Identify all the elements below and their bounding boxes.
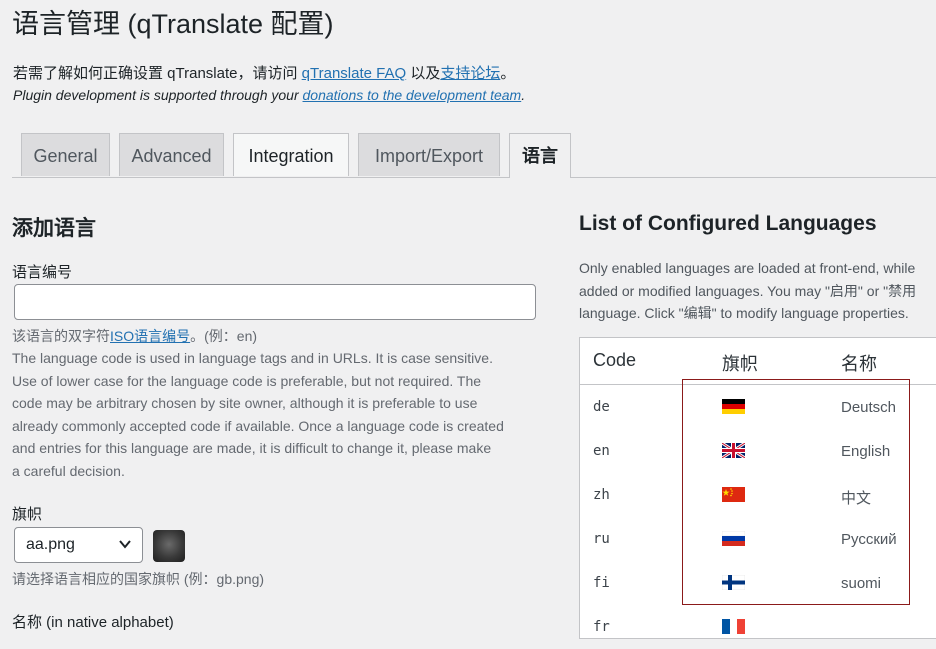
language-code-description: The language code is used in language ta… xyxy=(12,347,504,483)
language-name: Русский xyxy=(841,531,897,548)
languages-table: Code 旗帜 名称 de Deutsch en English zh 中文 r… xyxy=(579,337,936,639)
flag-select-value: aa.png xyxy=(26,536,75,553)
flag-label: 旗帜 xyxy=(12,506,43,523)
configured-desc-line: Only enabled languages are loaded at fro… xyxy=(579,260,916,276)
language-name: 中文 xyxy=(841,490,872,507)
language-code: de xyxy=(593,399,610,415)
table-row: ru Русский xyxy=(580,517,936,561)
language-code-input[interactable] xyxy=(14,284,536,320)
configured-desc-line: language. Click "编辑" to modify language … xyxy=(579,305,909,322)
name-label: 名称 (in native alphabet) xyxy=(12,614,174,631)
configured-languages-heading: List of Configured Languages xyxy=(579,212,877,235)
code-hint-suffix: 。(例：en) xyxy=(190,328,258,344)
language-name: suomi xyxy=(841,575,882,592)
table-row: fr xyxy=(580,605,936,649)
flag-hint: 请选择语言相应的国家旗帜 (例：gb.png) xyxy=(12,571,265,587)
tab-import-export[interactable]: Import/Export xyxy=(358,133,500,176)
faq-link[interactable]: qTranslate FAQ xyxy=(302,65,407,82)
donation-prefix: Plugin development is supported through … xyxy=(13,87,303,103)
configured-languages-description: Only enabled languages are loaded at fro… xyxy=(579,257,916,325)
language-name: Deutsch xyxy=(841,399,897,416)
germany-flag-icon xyxy=(722,399,745,414)
table-row: de Deutsch xyxy=(580,385,936,429)
intro-middle: 以及 xyxy=(406,65,441,82)
tab-integration[interactable]: Integration xyxy=(233,133,349,176)
table-row: fi suomi xyxy=(580,561,936,605)
flag-preview-image xyxy=(153,530,185,562)
configured-desc-line: added or modified languages. You may "启用… xyxy=(579,282,917,299)
uk-flag-icon xyxy=(721,441,746,460)
code-desc-line: a careful decision. xyxy=(12,462,125,479)
code-desc-line: code may be arbitrary chosen by site own… xyxy=(12,395,478,412)
intro-line: 若需了解如何正确设置 qTranslate，请访问 qTranslate FAQ… xyxy=(13,62,515,83)
table-header: Code 旗帜 名称 xyxy=(580,338,936,385)
page-title: 语言管理 (qTranslate 配置) xyxy=(12,9,334,39)
donation-line: Plugin development is supported through … xyxy=(13,87,525,103)
tab-advanced[interactable]: Advanced xyxy=(119,133,224,176)
intro-prefix: 若需了解如何正确设置 qTranslate，请访问 xyxy=(13,65,302,82)
donation-link[interactable]: donations to the development team xyxy=(303,87,522,103)
language-code: zh xyxy=(593,487,610,503)
column-header-flag: 旗帜 xyxy=(722,354,758,374)
table-row: zh 中文 xyxy=(580,473,936,517)
code-desc-line: and entries for this language are made, … xyxy=(12,440,492,457)
tab-languages[interactable]: 语言 xyxy=(509,133,571,178)
language-code-label: 语言编号 xyxy=(12,264,73,281)
intro-suffix: 。 xyxy=(500,65,516,82)
column-header-name[interactable]: 名称 xyxy=(841,350,877,376)
language-code: en xyxy=(593,443,610,459)
russia-flag-icon xyxy=(721,530,746,546)
language-code: fi xyxy=(593,575,610,591)
language-code: ru xyxy=(593,531,610,547)
code-desc-line: Use of lower case for the language code … xyxy=(12,372,482,389)
finland-flag-icon xyxy=(721,574,746,591)
donation-suffix: . xyxy=(521,87,526,103)
flag-select[interactable]: aa.png xyxy=(14,527,143,563)
language-name: English xyxy=(841,443,891,460)
language-code-hint: 该语言的双字符ISO语言编号。(例：en) xyxy=(12,325,257,348)
add-language-heading: 添加语言 xyxy=(12,217,96,240)
france-flag-icon xyxy=(722,619,745,634)
tab-general[interactable]: General xyxy=(21,133,110,176)
language-code: fr xyxy=(593,619,610,635)
column-header-code[interactable]: Code xyxy=(593,350,636,371)
iso-code-link[interactable]: ISO语言编号 xyxy=(110,328,190,344)
table-row: en English xyxy=(580,429,936,473)
china-flag-icon xyxy=(722,487,745,502)
forum-link[interactable]: 支持论坛 xyxy=(440,65,500,82)
code-hint-prefix: 该语言的双字符 xyxy=(12,328,110,344)
settings-tabs: General Advanced Integration Import/Expo… xyxy=(12,133,936,178)
code-desc-line: already commonly accepted code if availa… xyxy=(12,417,504,434)
code-desc-line: The language code is used in language ta… xyxy=(12,350,493,366)
